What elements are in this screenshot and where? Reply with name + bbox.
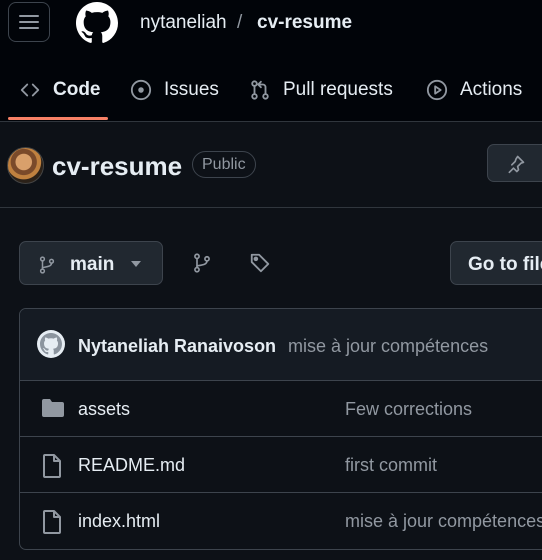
file-commit-message-link[interactable]: Few corrections (345, 399, 472, 420)
repo-breadcrumb-link[interactable]: cv-resume (257, 12, 352, 34)
tab-issues-label: Issues (164, 78, 219, 100)
breadcrumb-separator: / (237, 12, 243, 33)
tab-code[interactable]: Code (19, 66, 101, 113)
git-pull-request-icon (251, 79, 269, 100)
app-header: nytaneliah / cv-resume Code Issues Pull … (0, 0, 542, 122)
folder-icon (42, 399, 64, 417)
file-row[interactable]: README.md first commit (20, 437, 542, 493)
repo-nav-tabs: Code Issues Pull requests Actions (0, 66, 542, 120)
github-mark-icon (40, 333, 62, 355)
tag-icon[interactable] (249, 252, 271, 274)
tab-actions[interactable]: Actions (426, 66, 522, 113)
hamburger-icon (19, 15, 39, 29)
play-icon (426, 79, 448, 100)
github-logo-icon[interactable] (76, 2, 118, 44)
menu-button[interactable] (8, 2, 50, 42)
tab-pull-requests[interactable]: Pull requests (249, 66, 393, 113)
repo-title[interactable]: cv-resume (52, 151, 182, 182)
file-commit-message-link[interactable]: mise à jour compétences (345, 511, 542, 532)
file-name-link[interactable]: assets (78, 399, 130, 420)
go-to-file-button[interactable]: Go to file (450, 241, 542, 285)
selected-tab-indicator (8, 117, 108, 120)
branches-icon[interactable] (192, 252, 212, 274)
triangle-down-icon (131, 261, 141, 267)
pin-button[interactable] (487, 144, 542, 182)
commit-author-link[interactable]: Nytaneliah Ranaivoson (78, 336, 276, 357)
section-divider (0, 207, 542, 208)
owner-avatar[interactable] (7, 147, 44, 184)
commit-message-link[interactable]: mise à jour compétences (288, 336, 488, 357)
tab-actions-label: Actions (460, 78, 523, 100)
commit-author-avatar[interactable] (37, 330, 65, 358)
tab-pull-requests-label: Pull requests (283, 78, 393, 100)
file-name-link[interactable]: README.md (78, 455, 185, 476)
owner-breadcrumb-link[interactable]: nytaneliah (140, 12, 227, 34)
tab-code-label: Code (53, 78, 101, 100)
go-to-file-label: Go to file (468, 254, 542, 275)
visibility-badge: Public (192, 151, 256, 178)
issue-opened-icon (130, 79, 152, 100)
tab-issues[interactable]: Issues (130, 66, 219, 113)
branch-select-button[interactable]: main (19, 241, 163, 285)
github-repo-page: nytaneliah / cv-resume Code Issues Pull … (0, 0, 542, 560)
code-icon (20, 83, 40, 96)
file-name-link[interactable]: index.html (78, 511, 160, 532)
file-icon (43, 510, 61, 534)
file-commit-message-link[interactable]: first commit (345, 455, 437, 476)
branch-name: main (70, 254, 115, 275)
file-icon (43, 454, 61, 478)
pin-icon (508, 155, 525, 174)
git-branch-icon (39, 256, 55, 274)
latest-commit-row: Nytaneliah Ranaivoson mise à jour compét… (20, 309, 542, 381)
file-row[interactable]: assets Few corrections (20, 381, 542, 437)
file-browser: Nytaneliah Ranaivoson mise à jour compét… (19, 308, 542, 550)
file-row[interactable]: index.html mise à jour compétences (20, 493, 542, 549)
